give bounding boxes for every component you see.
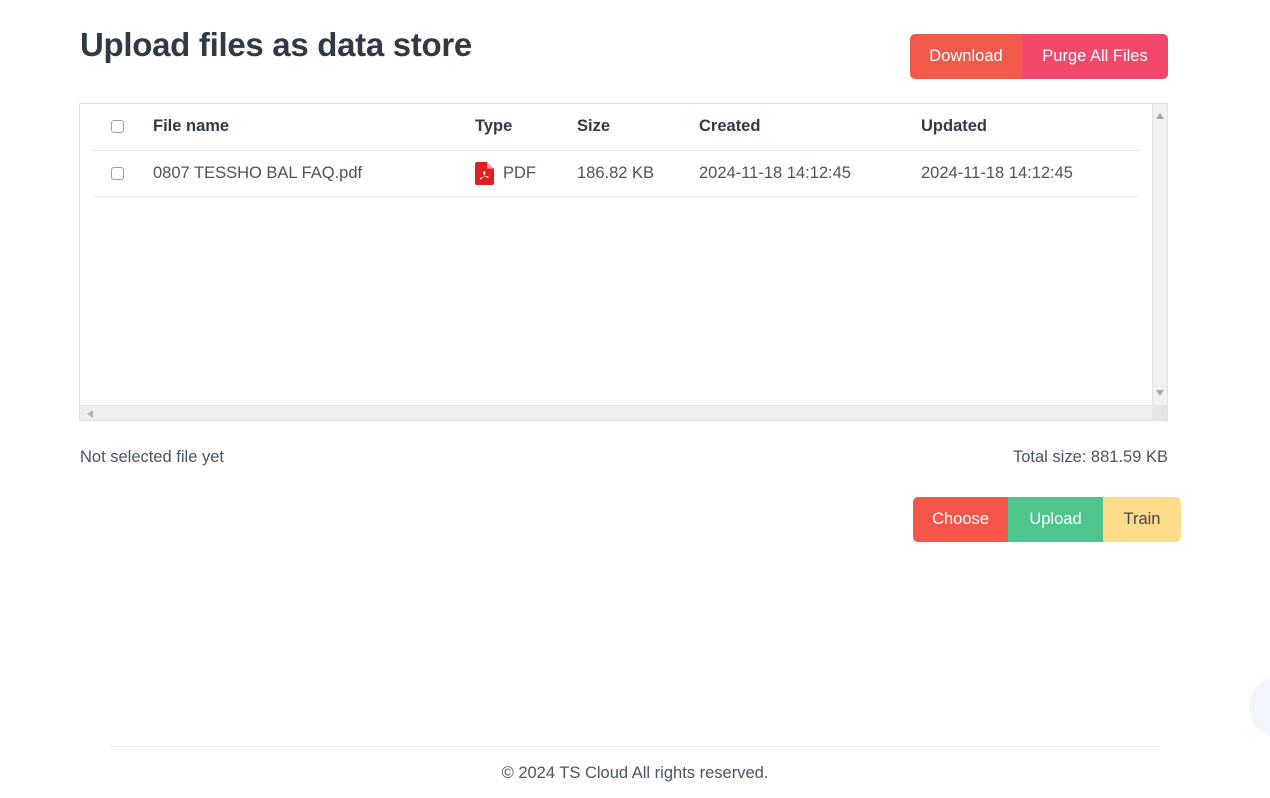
file-table-head: File name Type Size Created Updated <box>93 104 1139 151</box>
scroll-down-arrow-icon[interactable] <box>1156 390 1164 396</box>
upload-files-page: Upload files as data store Download Purg… <box>0 0 1270 798</box>
file-type-cell: PDF <box>475 150 577 197</box>
file-size-cell: 186.82 KB <box>577 150 699 197</box>
selected-file-status: Not selected file yet <box>80 448 224 466</box>
file-table-scroll-area: File name Type Size Created Updated 0807… <box>80 104 1154 405</box>
select-all-header <box>93 104 153 151</box>
size-header: Size <box>577 104 699 151</box>
file-type-label: PDF <box>503 163 536 182</box>
header-button-group: Download Purge All Files <box>910 34 1168 79</box>
page-title: Upload files as data store <box>80 26 472 63</box>
action-button-group: Choose Upload Train <box>913 497 1181 542</box>
vertical-scrollbar[interactable] <box>1152 104 1167 405</box>
horizontal-scrollbar[interactable] <box>80 405 1154 420</box>
file-table: File name Type Size Created Updated 0807… <box>93 104 1139 197</box>
purge-all-files-button[interactable]: Purge All Files <box>1022 34 1168 79</box>
page-header: Upload files as data store Download Purg… <box>80 26 1168 84</box>
footer-divider <box>110 746 1160 747</box>
file-created-cell: 2024-11-18 14:12:45 <box>699 150 921 197</box>
file-name-header: File name <box>153 104 475 151</box>
choose-button[interactable]: Choose <box>913 497 1008 542</box>
total-size-status: Total size: 881.59 KB <box>1012 448 1168 466</box>
select-all-checkbox[interactable] <box>111 120 124 134</box>
train-button[interactable]: Train <box>1103 497 1181 542</box>
file-updated-cell: 2024-11-18 14:12:45 <box>921 150 1139 197</box>
table-row[interactable]: 0807 TESSHO BAL FAQ.pdf PDF 186.82 KB 20… <box>93 150 1139 197</box>
type-header: Type <box>475 104 577 151</box>
row-select-cell <box>93 150 153 197</box>
scroll-left-arrow-icon[interactable] <box>87 410 93 418</box>
footer-copyright: © 2024 TS Cloud All rights reserved. <box>501 764 769 782</box>
scrollbar-corner <box>1152 405 1167 420</box>
scroll-up-arrow-icon[interactable] <box>1156 113 1164 119</box>
status-row: Not selected file yet Total size: 881.59… <box>80 448 1168 470</box>
download-button[interactable]: Download <box>910 34 1022 79</box>
created-header: Created <box>699 104 921 151</box>
row-select-checkbox[interactable] <box>111 166 124 180</box>
updated-header: Updated <box>921 104 1139 151</box>
file-name-cell: 0807 TESSHO BAL FAQ.pdf <box>153 150 475 197</box>
table-header-row: File name Type Size Created Updated <box>93 104 1139 151</box>
file-table-panel: File name Type Size Created Updated 0807… <box>79 103 1168 421</box>
pdf-file-icon <box>475 161 494 185</box>
upload-button[interactable]: Upload <box>1008 497 1103 542</box>
chat-widget-bubble[interactable] <box>1249 676 1270 738</box>
file-table-body: 0807 TESSHO BAL FAQ.pdf PDF 186.82 KB 20… <box>93 150 1139 197</box>
